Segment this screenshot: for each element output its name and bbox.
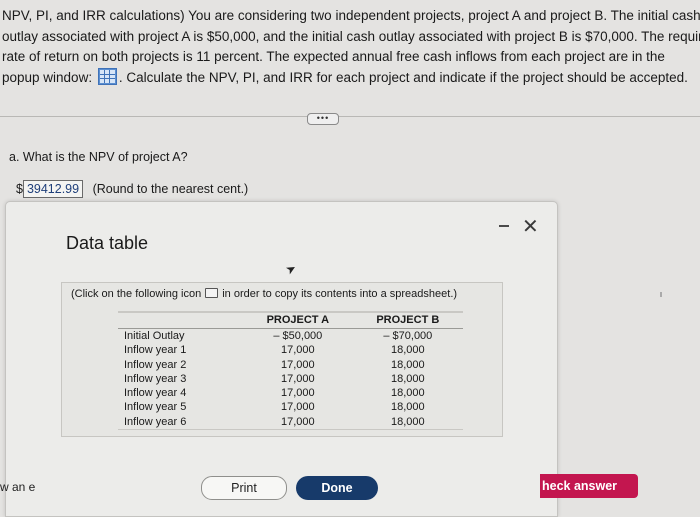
more-options-button[interactable]: ••• — [307, 113, 339, 125]
copy-note-end: in order to copy its contents into a spr… — [222, 288, 458, 300]
table-row: Initial Outlay – $50,000 – $70,000 — [118, 329, 463, 344]
problem-line-3: rate of return on both projects is 11 pe… — [2, 49, 665, 64]
row-label: Inflow year 1 — [124, 344, 187, 357]
problem-line-1: NPV, PI, and IRR calculations) You are c… — [2, 8, 700, 23]
table-header-row: PROJECT A PROJECT B — [118, 311, 463, 329]
project-a-value: 17,000 — [281, 372, 315, 385]
row-label: Inflow year 5 — [124, 401, 187, 414]
cash-flow-table: PROJECT A PROJECT B Initial Outlay – $50… — [118, 311, 463, 431]
dialog-title: Data table — [66, 233, 149, 253]
table-row: Inflow year 1 17,000 18,000 — [118, 343, 463, 357]
rounding-hint: (Round to the nearest cent.) — [92, 182, 249, 196]
truncated-left-text: w an e — [0, 480, 36, 494]
question-a-text: a. What is the NPV of project A? — [9, 150, 188, 164]
project-a-value: 17,000 — [243, 414, 353, 431]
project-b-value: 18,000 — [391, 401, 425, 414]
data-table-panel: (Click on the following icon in order to … — [61, 282, 503, 437]
project-b-value: 18,000 — [352, 414, 463, 431]
copy-instructions: (Click on the following icon in order to … — [71, 288, 457, 300]
project-a-value: 17,000 — [281, 401, 315, 414]
close-icon[interactable]: ✕ — [522, 214, 539, 239]
data-table-dialog: Data table ✕ ➤ (Click on the following i… — [5, 201, 558, 517]
table-row: Inflow year 5 17,000 18,000 — [118, 400, 463, 414]
done-button[interactable]: Done — [296, 476, 378, 500]
row-label: Inflow year 4 — [124, 387, 187, 400]
row-label: Inflow year 2 — [124, 358, 187, 371]
section-divider — [0, 116, 700, 117]
project-a-value: 17,000 — [281, 358, 315, 371]
project-a-value: 17,000 — [281, 344, 315, 357]
project-a-value: 17,000 — [281, 387, 315, 400]
row-header-blank — [118, 311, 243, 329]
check-answer-button[interactable]: heck answer — [540, 474, 638, 498]
copy-to-spreadsheet-icon[interactable] — [205, 288, 219, 298]
project-b-value: – $70,000 — [383, 330, 433, 342]
npv-answer-input[interactable]: 39412.99 — [22, 180, 84, 198]
minimize-icon[interactable] — [499, 225, 509, 227]
column-header-project-b: PROJECT B — [352, 311, 463, 329]
project-b-value: 18,000 — [391, 344, 425, 357]
mouse-pointer-icon: ➤ — [283, 260, 299, 278]
project-b-value: 18,000 — [391, 387, 425, 400]
table-row: Inflow year 6 17,000 18,000 — [118, 414, 463, 431]
table-row: Inflow year 4 17,000 18,000 — [118, 386, 463, 400]
row-label: Inflow year 3 — [124, 372, 187, 385]
answer-row: $39412.99 (Round to the nearest cent.) — [16, 180, 248, 198]
project-a-value: – $50,000 — [273, 330, 323, 342]
data-table-icon[interactable] — [97, 67, 117, 85]
problem-line-4-start: popup window: — [2, 69, 93, 85]
row-label: Inflow year 6 — [118, 414, 243, 431]
problem-statement: NPV, PI, and IRR calculations) You are c… — [0, 6, 700, 88]
currency-symbol: $ — [16, 182, 23, 196]
print-button[interactable]: Print — [201, 476, 287, 500]
copy-note-start: (Click on the following icon — [71, 288, 202, 300]
project-b-value: 18,000 — [391, 372, 425, 385]
problem-line-2: outlay associated with project A is $50,… — [2, 28, 700, 44]
scroll-indicator — [660, 292, 662, 297]
column-header-project-a: PROJECT A — [243, 311, 353, 329]
project-b-value: 18,000 — [391, 358, 425, 371]
table-row: Inflow year 2 17,000 18,000 — [118, 358, 463, 372]
problem-line-4-end: . Calculate the NPV, PI, and IRR for eac… — [118, 69, 688, 85]
table-row: Inflow year 3 17,000 18,000 — [118, 372, 463, 386]
row-label: Initial Outlay — [124, 330, 185, 342]
problem-line-4: popup window: . Calculate the NPV, PI, a… — [0, 67, 700, 89]
